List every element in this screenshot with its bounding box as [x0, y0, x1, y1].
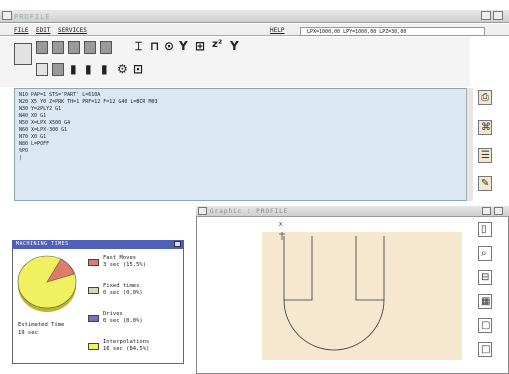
system-menu-icon[interactable]: [2, 11, 12, 20]
document-icon: ☰: [481, 150, 490, 161]
legend-swatch-interpolations: [88, 343, 99, 350]
tool-button-5[interactable]: [100, 41, 112, 54]
hole-tool-icon[interactable]: ⊙: [164, 39, 174, 53]
right-tool-2[interactable]: ⌘: [478, 120, 492, 135]
graphic-maximize-icon[interactable]: [494, 207, 503, 215]
estimated-time-value: 19 sec: [18, 330, 38, 336]
view-icon: ▢: [481, 320, 491, 331]
editor-cursor: |: [19, 155, 23, 161]
profile-right-leg: [355, 236, 385, 301]
legend-value: 3 sec (15,5%): [103, 262, 147, 268]
graphic-minimize-icon[interactable]: [482, 207, 491, 215]
graphic-window-title: Graphic : PROFILE: [210, 208, 289, 215]
funnel-tool-icon[interactable]: Y: [179, 39, 188, 53]
graphic-tool-3[interactable]: ⊟: [478, 270, 492, 285]
legend-value: 0 sec (0,0%): [103, 318, 143, 324]
main-window-title: PROFILE: [14, 13, 51, 21]
column-tool-icon-2[interactable]: ▮: [85, 62, 92, 76]
box-tool-icon[interactable]: ⊡: [133, 62, 143, 76]
program-editor[interactable]: N10 PAP=1 STS='PART' L=610A N20 X5 Y0 Z=…: [14, 88, 472, 201]
coordinates-field: LPX=1000,00 LPY=1000,00 LPZ=30,00: [300, 27, 485, 36]
estimated-time-label: Estimated Time: [18, 322, 65, 328]
profile-left-leg: [283, 236, 313, 301]
main-window-titlebar[interactable]: PROFILE: [0, 10, 509, 23]
tool-button-2[interactable]: [52, 41, 64, 54]
legend-value: 0 sec (0,0%): [103, 290, 143, 296]
time-pie-chart: [17, 255, 77, 312]
tool-glyph-icon[interactable]: ⌶: [135, 39, 142, 54]
profile-arc: [283, 299, 385, 351]
machining-times-titlebar[interactable]: MACHINING TIMES: [12, 240, 184, 249]
editor-line: N20 X5 Y0 Z=PRK TH=1 PRF=12 F=12 G40 L=B…: [19, 99, 158, 105]
machining-times-title: MACHINING TIMES: [16, 241, 69, 247]
column-tool-icon-3[interactable]: ▮: [101, 62, 108, 76]
close-icon[interactable]: [174, 241, 181, 247]
frame-icon: ⊟: [481, 272, 490, 283]
menu-services[interactable]: SERVICES: [58, 27, 87, 34]
menu-file[interactable]: FILE: [14, 27, 28, 34]
tool-button-6[interactable]: [36, 63, 48, 76]
editor-line: %PO: [19, 148, 29, 154]
y-tool-icon[interactable]: Y: [230, 39, 239, 53]
graphic-tool-1[interactable]: ▯: [478, 222, 492, 237]
grid-icon: ▦: [481, 296, 491, 307]
tool-button-7[interactable]: [52, 63, 64, 76]
toolbar: ⌶ ⊓ ⊙ Y ⊞ z² Y ▮ ▮ ▮ ⚙ ⊡: [0, 37, 470, 87]
settings-tool-icon[interactable]: ⚙: [117, 62, 128, 76]
pocket-tool-icon[interactable]: ⊞: [195, 39, 205, 53]
right-tool-3[interactable]: ☰: [478, 148, 492, 163]
z-axis-icon[interactable]: z²: [212, 39, 222, 50]
graphic-tool-6[interactable]: □: [478, 342, 492, 357]
graphic-tool-4[interactable]: ▦: [478, 294, 492, 309]
zoom-icon: ⌕: [481, 248, 487, 259]
graphic-system-menu-icon[interactable]: [198, 207, 207, 215]
print-icon: ⎙: [481, 92, 489, 103]
editor-line: N10 PAP=1 STS='PART' L=610A: [19, 92, 101, 98]
editor-line: N70 X0 G1: [19, 134, 47, 140]
editor-line: N30 Y=2PLY2 G1: [19, 106, 62, 112]
legend-label: Fast Moves: [103, 255, 137, 261]
graphic-tool-5[interactable]: ▢: [478, 318, 492, 333]
profile-drawing: [279, 232, 385, 351]
tool-button-1[interactable]: [36, 41, 48, 54]
legend-swatch-fixed-times: [88, 287, 99, 294]
graphic-tool-2[interactable]: ⌕: [478, 246, 492, 261]
menu-edit[interactable]: EDIT: [36, 27, 50, 34]
editor-line: N40 X0 G1: [19, 113, 47, 119]
right-tool-1[interactable]: ⎙: [478, 90, 492, 105]
tool-button-3[interactable]: [68, 41, 80, 54]
square-icon: □: [481, 344, 491, 355]
arc-tool-icon[interactable]: ⊓: [150, 39, 160, 53]
tree-icon: ⌘: [481, 122, 491, 133]
legend-label: Fixed times: [103, 283, 140, 289]
tool-button-4[interactable]: [84, 41, 96, 54]
menu-help[interactable]: HELP: [270, 27, 284, 34]
editor-line: N80 L=POFF: [19, 141, 50, 147]
legend-value: 16 sec (84,5%): [103, 346, 150, 352]
legend-swatch-fast-moves: [88, 259, 99, 266]
ruler-icon: ▯: [481, 224, 487, 235]
legend-label: Interpolations: [103, 339, 150, 345]
right-tool-4[interactable]: ✎: [478, 176, 492, 191]
editor-line: N60 X=LPX-300 G1: [19, 127, 68, 133]
editor-scrollbar[interactable]: [466, 88, 473, 201]
minimize-icon[interactable]: [481, 11, 491, 20]
tool-path-icon: ✎: [481, 178, 490, 189]
editor-line: N50 X=LPX X500 G4: [19, 120, 71, 126]
document-stack-icon[interactable]: [14, 43, 32, 65]
maximize-icon[interactable]: [493, 11, 503, 20]
legend-swatch-drives: [88, 315, 99, 322]
column-tool-icon-1[interactable]: ▮: [70, 62, 77, 76]
graphic-window-titlebar[interactable]: Graphic : PROFILE: [196, 206, 509, 217]
legend-label: Drives: [103, 311, 123, 317]
